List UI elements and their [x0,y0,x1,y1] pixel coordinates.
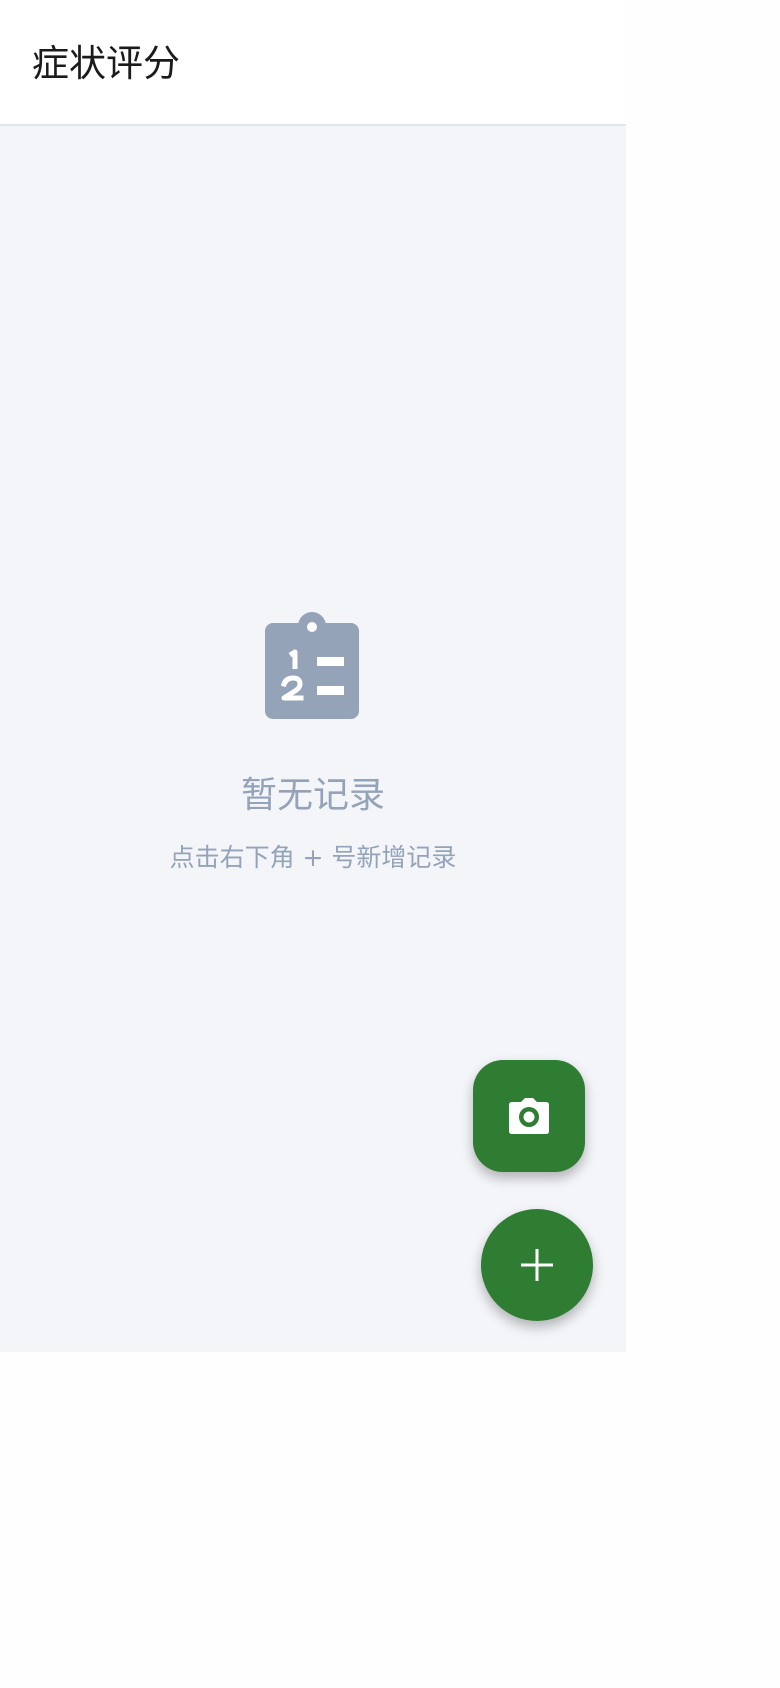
camera-icon [509,1098,549,1134]
add-record-button[interactable] [481,1209,593,1321]
page-title: 症状评分 [32,42,180,85]
empty-state-title: 暂无记录 [240,775,385,816]
empty-state-hint: 点击右下角 + 号新增记录 [169,843,457,872]
camera-button[interactable] [473,1060,585,1172]
plus-icon [521,1249,553,1281]
top-app-bar: 症状评分 [0,0,626,126]
app-screen: 症状评分 暂无记录 点击右下角 + 号新增记录 [0,0,626,1352]
clipboard-list-icon [265,612,359,719]
